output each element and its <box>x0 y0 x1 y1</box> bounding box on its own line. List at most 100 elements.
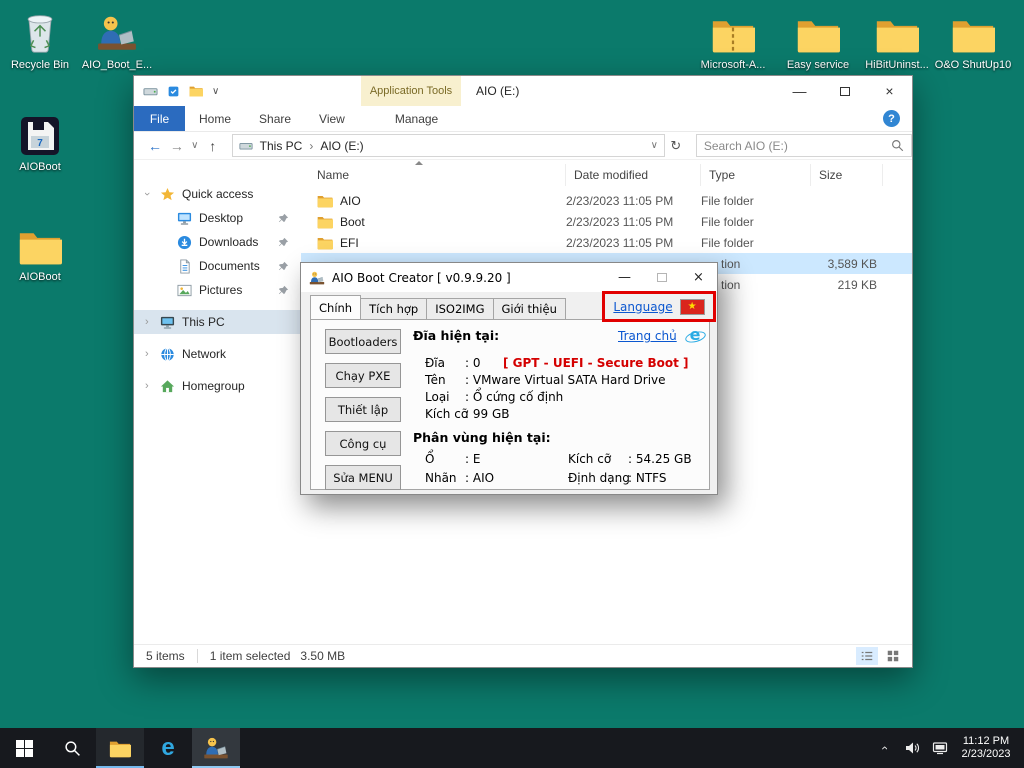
dialog-titlebar[interactable]: AIO Boot Creator [ v0.9.9.20 ] — × <box>301 263 717 292</box>
desktop-icon-microsoft[interactable]: Microsoft-A... <box>694 10 772 72</box>
breadcrumb-this-pc[interactable]: This PC <box>260 139 303 153</box>
ribbon-tab-file[interactable]: File <box>134 106 185 131</box>
aio-boot-app-icon <box>309 270 325 286</box>
thiet-lap-button[interactable]: Thiết lập <box>325 397 401 422</box>
start-button[interactable] <box>0 728 48 768</box>
breadcrumb-chevron-icon[interactable]: › <box>309 139 313 153</box>
sidebar-item-desktop[interactable]: Desktop <box>134 206 301 230</box>
documents-icon <box>177 259 192 274</box>
details-view-button[interactable] <box>856 647 878 665</box>
ribbon-tab-manage[interactable]: Manage <box>381 106 452 131</box>
taskbar-aio-boot-button[interactable] <box>192 728 240 768</box>
language-link[interactable]: Language <box>613 300 672 314</box>
recent-locations-button[interactable]: ∨ <box>188 140 202 151</box>
desktop-icon-aioboot-app[interactable]: AIOBoot <box>1 112 79 174</box>
navigation-pane: › Quick access Desktop Downloads Documen <box>134 160 301 644</box>
dialog-close-button[interactable]: × <box>680 263 717 292</box>
application-tools-tab[interactable]: Application Tools <box>361 76 461 106</box>
trang-chu-link[interactable]: Trang chủ <box>618 329 677 343</box>
tab-iso2img[interactable]: ISO2IMG <box>426 298 494 319</box>
minimize-button[interactable]: — <box>777 76 822 106</box>
vietnam-flag-icon[interactable]: ★ <box>679 298 705 315</box>
disk-value: : VMware Virtual SATA Hard Drive <box>465 373 666 387</box>
file-row[interactable]: AIO 2/23/2023 11:05 PM File folder <box>301 190 912 211</box>
desktop-icon-label: AIOBoot <box>19 271 61 283</box>
chay-pxe-button[interactable]: Chạy PXE <box>325 363 401 388</box>
sidebar-item-quick-access[interactable]: › Quick access <box>134 182 301 206</box>
new-folder-icon[interactable] <box>189 85 203 97</box>
column-header-size[interactable]: Size <box>811 164 883 186</box>
dialog-title: AIO Boot Creator [ v0.9.9.20 ] <box>332 270 511 285</box>
chevron-expander-icon[interactable]: › <box>145 380 149 392</box>
properties-icon[interactable] <box>167 85 180 98</box>
sidebar-item-network[interactable]: › Network <box>134 342 301 366</box>
chevron-expander-icon[interactable]: › <box>141 192 153 196</box>
customize-qat-chevron-icon[interactable]: ∨ <box>212 86 219 97</box>
taskbar-search-button[interactable] <box>48 728 96 768</box>
tab-gioi-thieu[interactable]: Giới thiệu <box>492 298 566 319</box>
desktop-icon-hibit[interactable]: HiBitUninst... <box>858 10 936 72</box>
chevron-expander-icon[interactable]: › <box>145 348 149 360</box>
sidebar-item-pictures[interactable]: Pictures <box>134 278 301 302</box>
column-header-type[interactable]: Type <box>701 164 811 186</box>
forward-arrow-icon: → <box>169 137 184 154</box>
network-button[interactable] <box>926 740 954 756</box>
sidebar-item-label: This PC <box>182 315 225 329</box>
address-bar[interactable]: This PC › AIO (E:) ∨ <box>231 134 665 157</box>
bootloaders-button[interactable]: Bootloaders <box>325 329 401 354</box>
desktop-icon-recycle-bin[interactable]: Recycle Bin <box>1 10 79 72</box>
file-type: File folder <box>701 193 754 208</box>
volume-button[interactable] <box>898 740 926 756</box>
taskbar-file-explorer-button[interactable] <box>96 728 144 768</box>
file-row[interactable]: Boot 2/23/2023 11:05 PM File folder <box>301 211 912 232</box>
details-view-icon <box>860 649 874 663</box>
tray-show-hidden-icons-button[interactable]: › <box>870 741 898 755</box>
dialog-maximize-button <box>643 263 680 292</box>
explorer-titlebar[interactable]: ∨ Application Tools AIO (E:) — × <box>134 76 912 106</box>
ie-glyph: e <box>689 325 701 344</box>
back-button[interactable]: ← <box>144 138 166 154</box>
address-dropdown-chevron-icon[interactable]: ∨ <box>651 140 658 151</box>
file-name: AIO <box>340 193 361 208</box>
column-header-name[interactable]: Name <box>301 161 566 186</box>
downloads-icon <box>177 235 192 250</box>
folder-icon <box>779 10 857 54</box>
search-icon[interactable] <box>891 139 904 152</box>
up-button[interactable]: ↑ <box>202 138 224 154</box>
partition-label: Ổ <box>425 452 435 466</box>
close-button[interactable]: × <box>867 76 912 106</box>
ribbon-tab-view[interactable]: View <box>305 106 359 131</box>
sidebar-item-homegroup[interactable]: › Homegroup <box>134 374 301 398</box>
desktop-icon-aioboot-folder[interactable]: AIOBoot <box>1 222 79 284</box>
tab-tich-hop[interactable]: Tích hợp <box>360 298 428 319</box>
help-icon[interactable]: ? <box>883 110 900 127</box>
taskbar-clock[interactable]: 11:12 PM 2/23/2023 <box>954 735 1018 761</box>
file-row[interactable]: EFI 2/23/2023 11:05 PM File folder <box>301 232 912 253</box>
maximize-button[interactable] <box>822 76 867 106</box>
taskbar-edge-button[interactable]: e <box>144 728 192 768</box>
column-header-date-modified[interactable]: Date modified <box>566 164 701 186</box>
column-headers: Name Date modified Type Size <box>301 160 912 190</box>
taskbar: e › 11:12 PM 2/23/2023 <box>0 728 1024 768</box>
breadcrumb-aio-e[interactable]: AIO (E:) <box>320 139 363 153</box>
partition-label: Nhãn <box>425 471 457 485</box>
folder-icon <box>1 222 79 266</box>
refresh-button[interactable]: ↻ <box>665 138 687 154</box>
search-input[interactable]: Search AIO (E:) <box>695 134 912 157</box>
ribbon-tab-share[interactable]: Share <box>245 106 305 131</box>
icons-view-button[interactable] <box>882 647 904 665</box>
dialog-minimize-button[interactable]: — <box>606 263 643 292</box>
internet-explorer-icon[interactable]: e <box>685 325 705 345</box>
chevron-expander-icon[interactable]: › <box>145 316 149 328</box>
desktop-icon-aio-boot-shortcut[interactable]: AIO_Boot_E... <box>78 10 156 72</box>
network-tray-icon <box>932 740 948 756</box>
cong-cu-button[interactable]: Công cụ <box>325 431 401 456</box>
ribbon-tab-home[interactable]: Home <box>185 106 245 131</box>
tab-chinh[interactable]: Chính <box>310 295 362 319</box>
sidebar-item-this-pc[interactable]: › This PC <box>134 310 301 334</box>
desktop-icon-oo-shutup[interactable]: O&O ShutUp10 <box>934 10 1012 72</box>
desktop-icon-easy-service[interactable]: Easy service <box>779 10 857 72</box>
forward-button[interactable]: → <box>166 138 188 154</box>
sidebar-item-downloads[interactable]: Downloads <box>134 230 301 254</box>
sidebar-item-documents[interactable]: Documents <box>134 254 301 278</box>
